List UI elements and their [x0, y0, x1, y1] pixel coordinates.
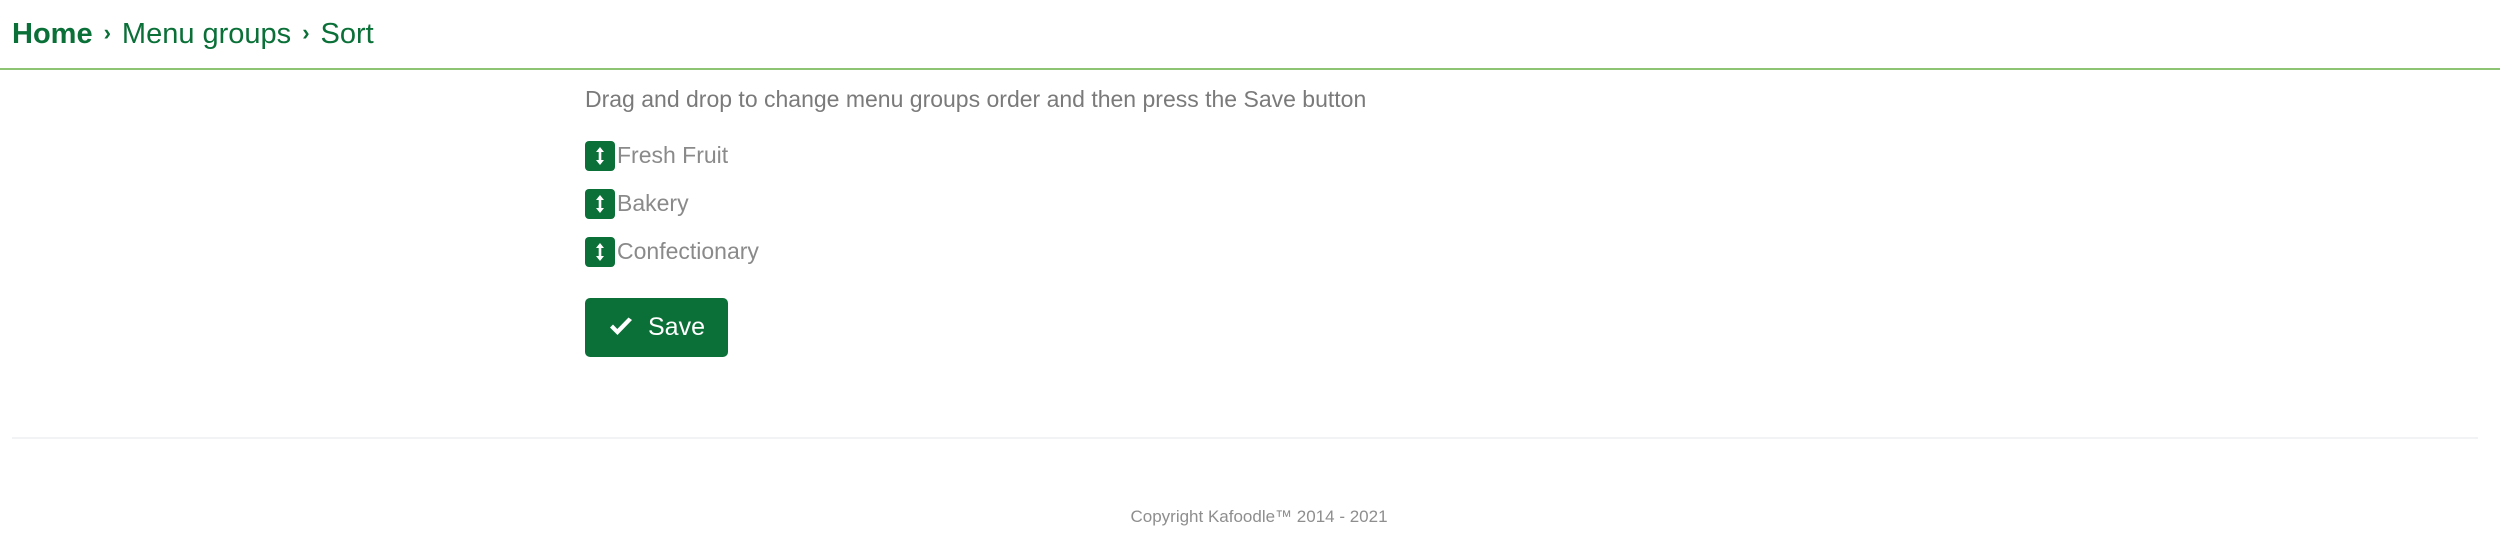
chevron-right-icon: › [302, 20, 310, 45]
breadcrumb-item-home[interactable]: Home [12, 19, 93, 49]
list-item-label: Bakery [617, 190, 689, 217]
sort-panel: Drag and drop to change menu groups orde… [585, 86, 2085, 357]
save-button[interactable]: Save [585, 297, 728, 357]
menu-groups-sort-list: Fresh Fruit Bakery Confectionary [585, 132, 2085, 276]
list-item-label: Fresh Fruit [617, 142, 729, 169]
list-item-label: Confectionary [617, 238, 759, 265]
check-icon [608, 317, 634, 337]
footer-copyright: Copyright Kafoodle™ 2014 - 2021 [1130, 507, 1388, 526]
drag-vertical-arrows-icon[interactable] [585, 236, 615, 267]
instructions-text: Drag and drop to change menu groups orde… [585, 86, 1367, 112]
list-item[interactable]: Confectionary [585, 228, 2085, 276]
drag-vertical-arrows-icon[interactable] [585, 140, 615, 171]
breadcrumb-item-menu-groups[interactable]: Menu groups [122, 19, 291, 49]
save-button-label: Save [648, 312, 705, 341]
breadcrumb-item-sort: Sort [320, 17, 374, 50]
chevron-right-icon: › [103, 20, 111, 45]
list-item[interactable]: Bakery [585, 180, 2085, 228]
drag-vertical-arrows-icon[interactable] [585, 188, 615, 219]
footer-divider [12, 437, 2478, 439]
breadcrumb: Home › Menu groups › Sort [0, 0, 2500, 70]
list-item[interactable]: Fresh Fruit [585, 132, 2085, 180]
